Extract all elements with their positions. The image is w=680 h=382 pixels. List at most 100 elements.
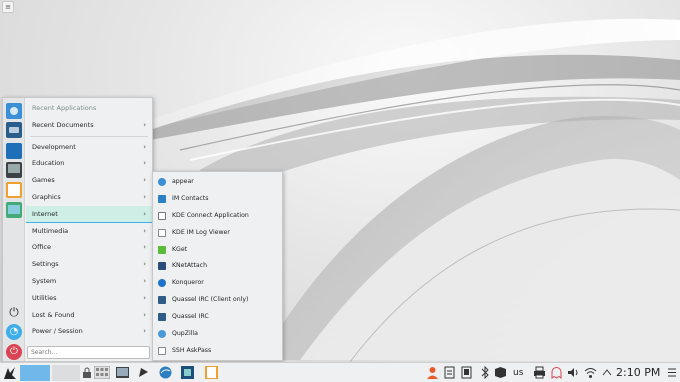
menu-item-system[interactable]: System › xyxy=(26,273,152,290)
desktop-toolbox-button[interactable]: ≡ xyxy=(2,1,14,13)
chevron-right-icon: › xyxy=(143,276,146,285)
submenu-item-knetattach[interactable]: KNetAttach xyxy=(153,258,282,275)
printer-icon[interactable] xyxy=(533,366,546,379)
menu-item-label: Office xyxy=(32,243,51,252)
chevron-right-icon: › xyxy=(143,209,146,218)
submenu-item-label: Konqueror xyxy=(172,279,204,287)
submenu-item-konqueror[interactable]: Konqueror xyxy=(153,275,282,292)
hamburger-icon: ≡ xyxy=(5,3,11,11)
menu-item-lost-and-found[interactable]: Lost & Found › xyxy=(26,307,152,324)
menu-item-internet[interactable]: Internet › xyxy=(26,205,152,223)
menu-item-recent-documents[interactable]: Recent Documents › xyxy=(26,117,152,134)
menu-item-settings[interactable]: Settings › xyxy=(26,256,152,273)
notification-ghost-icon[interactable] xyxy=(550,366,563,379)
chevron-right-icon: › xyxy=(143,226,146,235)
submenu-item-quassel-client[interactable]: Quassel IRC (Client only) xyxy=(153,292,282,309)
ssh-askpass-icon xyxy=(158,346,166,355)
file-manager-icon[interactable] xyxy=(137,366,150,379)
menu-item-development[interactable]: Development › xyxy=(26,139,152,156)
submenu-item-label: Quassel IRC (Client only) xyxy=(172,296,249,304)
chevron-right-icon: › xyxy=(143,243,146,252)
kwrite-icon[interactable] xyxy=(205,366,218,379)
favorites-strip: ⏻ ◔ ⏻ xyxy=(3,98,25,361)
internet-submenu: appear IM Contacts KDE Connect Applicati… xyxy=(152,171,283,361)
menu-item-education[interactable]: Education › xyxy=(26,155,152,172)
submenu-item-label: KDE Connect Application xyxy=(172,211,249,219)
menu-item-office[interactable]: Office › xyxy=(26,239,152,256)
menu-item-utilities[interactable]: Utilities › xyxy=(26,290,152,307)
submenu-item-kde-connect[interactable]: KDE Connect Application xyxy=(153,208,282,225)
launcher-category-list: Recent Applications Recent Documents › D… xyxy=(26,100,152,340)
submenu-item-quassel[interactable]: Quassel IRC xyxy=(153,309,282,326)
contacts-icon xyxy=(158,194,166,203)
submenu-item-appear[interactable]: appear xyxy=(153,174,282,191)
user-switch-icon[interactable] xyxy=(426,366,439,379)
panel-menu-icon[interactable] xyxy=(667,366,677,379)
terminal-icon[interactable] xyxy=(6,162,22,178)
lock-screen-icon[interactable] xyxy=(82,366,92,379)
menu-item-graphics[interactable]: Graphics › xyxy=(26,189,152,206)
kdeconnect-icon xyxy=(158,211,166,220)
kde-launcher-icon[interactable] xyxy=(2,365,18,381)
quassel-icon xyxy=(158,313,166,322)
globe-icon xyxy=(158,178,166,186)
chevron-right-icon: › xyxy=(143,120,146,129)
menu-item-label: Graphics xyxy=(32,192,61,201)
wifi-icon[interactable] xyxy=(584,366,597,379)
menu-item-label: Recent Documents xyxy=(32,120,94,129)
kdeconnect-icon[interactable] xyxy=(181,366,194,379)
chevron-right-icon: › xyxy=(143,310,146,319)
terminal-icon[interactable] xyxy=(116,366,129,379)
submenu-item-label: KDE IM Log Viewer xyxy=(172,228,230,236)
chevron-up-icon[interactable] xyxy=(602,366,612,379)
lock-icon[interactable]: ◔ xyxy=(6,324,22,340)
menu-item-multimedia[interactable]: Multimedia › xyxy=(26,223,152,240)
quassel-icon xyxy=(158,296,166,305)
clock[interactable]: 2:10 PM xyxy=(616,363,660,382)
chevron-right-icon: › xyxy=(143,159,146,168)
menu-item-label: Settings xyxy=(32,260,59,269)
menu-item-recent-applications[interactable]: Recent Applications xyxy=(26,100,152,117)
submenu-item-label: KNetAttach xyxy=(172,262,208,270)
submenu-item-im-contacts[interactable]: IM Contacts xyxy=(153,191,282,208)
submenu-item-label: QupZilla xyxy=(172,330,198,338)
submenu-item-label: Quassel IRC xyxy=(172,313,209,321)
submenu-item-kget[interactable]: KGet xyxy=(153,242,282,259)
virtual-desktop-2[interactable] xyxy=(52,365,80,381)
kdeconnect-icon[interactable] xyxy=(6,122,22,138)
power-icon[interactable]: ⏻ xyxy=(6,304,22,320)
log-viewer-icon xyxy=(158,228,166,237)
virtual-desktop-1[interactable] xyxy=(20,365,50,381)
shutdown-icon[interactable]: ⏻ xyxy=(6,344,22,360)
qupzilla-icon xyxy=(158,330,166,339)
keyboard-layout-indicator[interactable]: us xyxy=(513,366,523,380)
bluetooth-icon[interactable] xyxy=(480,366,490,379)
chevron-right-icon: › xyxy=(143,142,146,151)
menu-item-label: Utilities xyxy=(32,293,57,302)
submenu-item-qupzilla[interactable]: QupZilla xyxy=(153,326,282,343)
submenu-item-label: appear xyxy=(172,178,194,185)
image-viewer-icon[interactable] xyxy=(6,202,22,218)
volume-icon[interactable] xyxy=(567,366,580,379)
launcher-search-input[interactable] xyxy=(27,346,150,359)
chevron-right-icon: › xyxy=(143,260,146,269)
menu-item-games[interactable]: Games › xyxy=(26,172,152,189)
file-manager-icon[interactable] xyxy=(6,143,22,159)
kdeconnect-tray-icon[interactable] xyxy=(460,366,473,379)
menu-item-label: Recent Applications xyxy=(32,104,97,112)
menu-item-label: Lost & Found xyxy=(32,310,75,319)
kwrite-icon[interactable] xyxy=(6,182,22,198)
menu-item-label: Power / Session xyxy=(32,327,83,336)
menu-separator xyxy=(30,135,148,137)
clipboard-icon[interactable] xyxy=(443,366,456,379)
calculator-icon[interactable] xyxy=(94,366,110,379)
browser-icon[interactable] xyxy=(159,366,172,379)
chevron-right-icon: › xyxy=(143,192,146,201)
updates-icon[interactable] xyxy=(494,366,507,379)
submenu-item-ssh-askpass[interactable]: SSH AskPass xyxy=(153,343,282,360)
chevron-right-icon: › xyxy=(143,327,146,336)
menu-item-power-session[interactable]: Power / Session › xyxy=(26,323,152,340)
submenu-item-im-log-viewer[interactable]: KDE IM Log Viewer xyxy=(153,225,282,242)
browser-icon[interactable] xyxy=(6,103,22,119)
submenu-item-label: KGet xyxy=(172,245,188,253)
